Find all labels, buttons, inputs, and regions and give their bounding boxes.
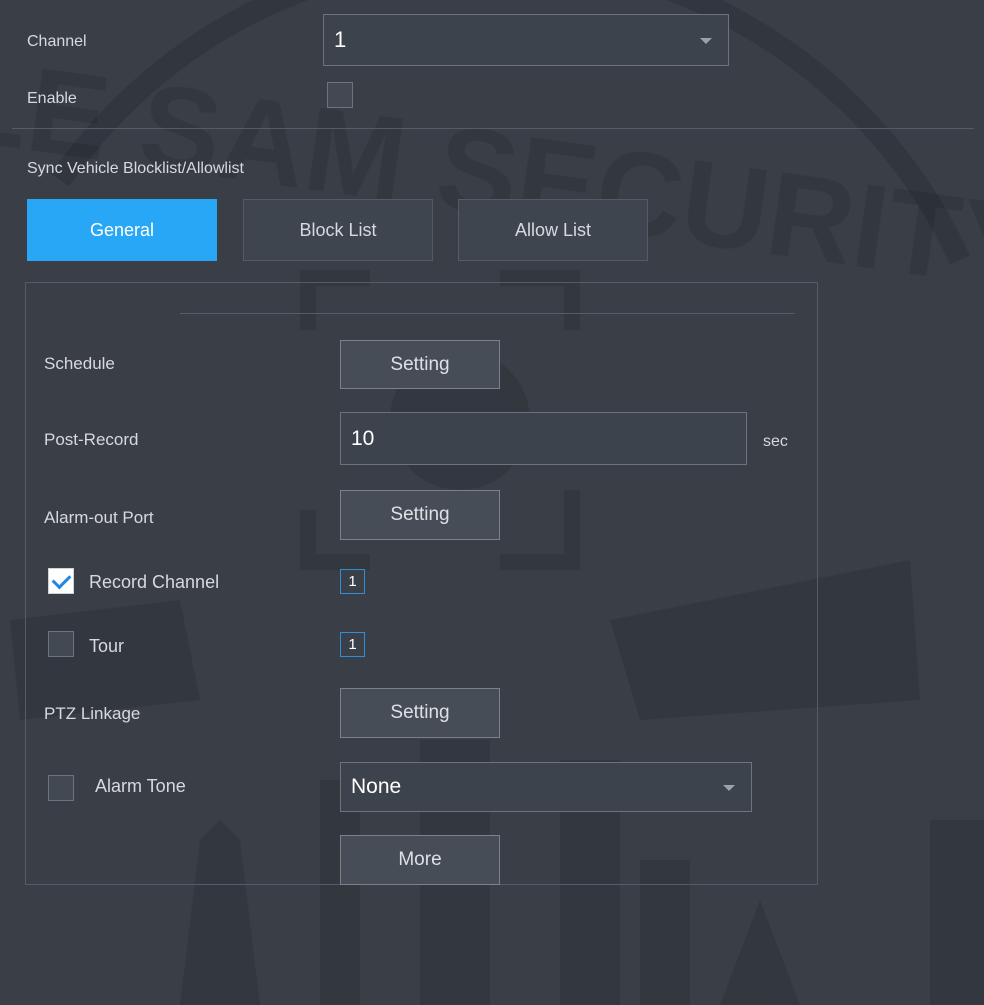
record-channel-checkbox[interactable]	[48, 568, 74, 594]
post-record-label: Post-Record	[44, 430, 139, 449]
alarm-out-label: Alarm-out Port	[44, 508, 154, 527]
enable-label: Enable	[27, 90, 77, 107]
panel-divider	[180, 313, 795, 314]
tour-checkbox[interactable]	[48, 631, 74, 657]
alarm-tone-select[interactable]: None	[340, 762, 752, 812]
tab-allow-list[interactable]: Allow List	[458, 199, 648, 261]
schedule-label: Schedule	[44, 354, 115, 373]
ptz-linkage-setting-label: Setting	[390, 702, 450, 723]
tab-block-list-label: Block List	[299, 219, 377, 240]
post-record-value: 10	[351, 426, 375, 450]
schedule-setting-button[interactable]: Setting	[340, 340, 500, 389]
tab-general-label: General	[89, 219, 155, 240]
tab-block-list[interactable]: Block List	[243, 199, 433, 261]
chevron-down-icon	[723, 785, 735, 791]
tour-label: Tour	[89, 636, 125, 656]
channel-label: Channel	[27, 33, 87, 50]
alarm-tone-value: None	[351, 775, 402, 798]
ptz-linkage-setting-button[interactable]: Setting	[340, 688, 500, 738]
more-button[interactable]: More	[340, 835, 500, 885]
tour-number[interactable]: 1	[340, 632, 365, 657]
channel-value: 1	[334, 27, 347, 52]
channel-select[interactable]: 1	[323, 14, 729, 66]
divider	[12, 128, 974, 129]
tab-allow-list-label: Allow List	[514, 219, 592, 240]
tab-general[interactable]: General	[27, 199, 217, 261]
alarm-out-setting-label: Setting	[390, 504, 450, 525]
alarm-tone-checkbox[interactable]	[48, 775, 74, 801]
alarm-tone-label: Alarm Tone	[95, 776, 186, 796]
chevron-down-icon	[700, 38, 712, 44]
alarm-out-setting-button[interactable]: Setting	[340, 490, 500, 540]
sync-label: Sync Vehicle Blocklist/Allowlist	[27, 160, 244, 177]
record-channel-label: Record Channel	[89, 572, 220, 592]
ptz-linkage-label: PTZ Linkage	[44, 704, 141, 723]
schedule-setting-label: Setting	[390, 353, 450, 375]
record-channel-number[interactable]: 1	[340, 569, 365, 594]
post-record-unit: sec	[763, 433, 788, 450]
enable-checkbox[interactable]	[327, 82, 353, 108]
post-record-input[interactable]: 10	[340, 412, 747, 465]
more-label: More	[398, 849, 442, 870]
